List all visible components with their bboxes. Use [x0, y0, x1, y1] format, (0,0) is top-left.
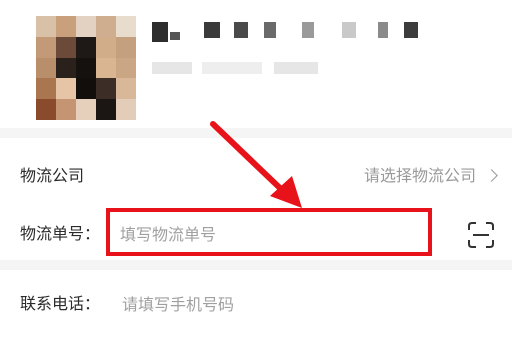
tracking-number-label: 物流单号：	[20, 224, 101, 243]
scan-icon	[468, 222, 494, 248]
contact-form: 联系电话：	[0, 270, 512, 340]
logistics-company-picker[interactable]: 请选择物流公司	[364, 165, 476, 187]
scan-button[interactable]	[466, 220, 496, 250]
highlight-box	[106, 208, 432, 256]
phone-input[interactable]	[122, 290, 462, 318]
logistics-company-row[interactable]: 物流公司 请选择物流公司	[0, 156, 512, 196]
product-thumbnail	[36, 16, 136, 120]
product-subtitle-blurred	[152, 62, 332, 80]
product-title-blurred	[152, 22, 442, 42]
phone-label: 联系电话：	[20, 294, 101, 313]
phone-row: 联系电话：	[0, 284, 512, 324]
chevron-right-icon	[485, 169, 498, 182]
logistics-company-label: 物流公司	[20, 166, 85, 185]
product-header	[0, 0, 512, 128]
